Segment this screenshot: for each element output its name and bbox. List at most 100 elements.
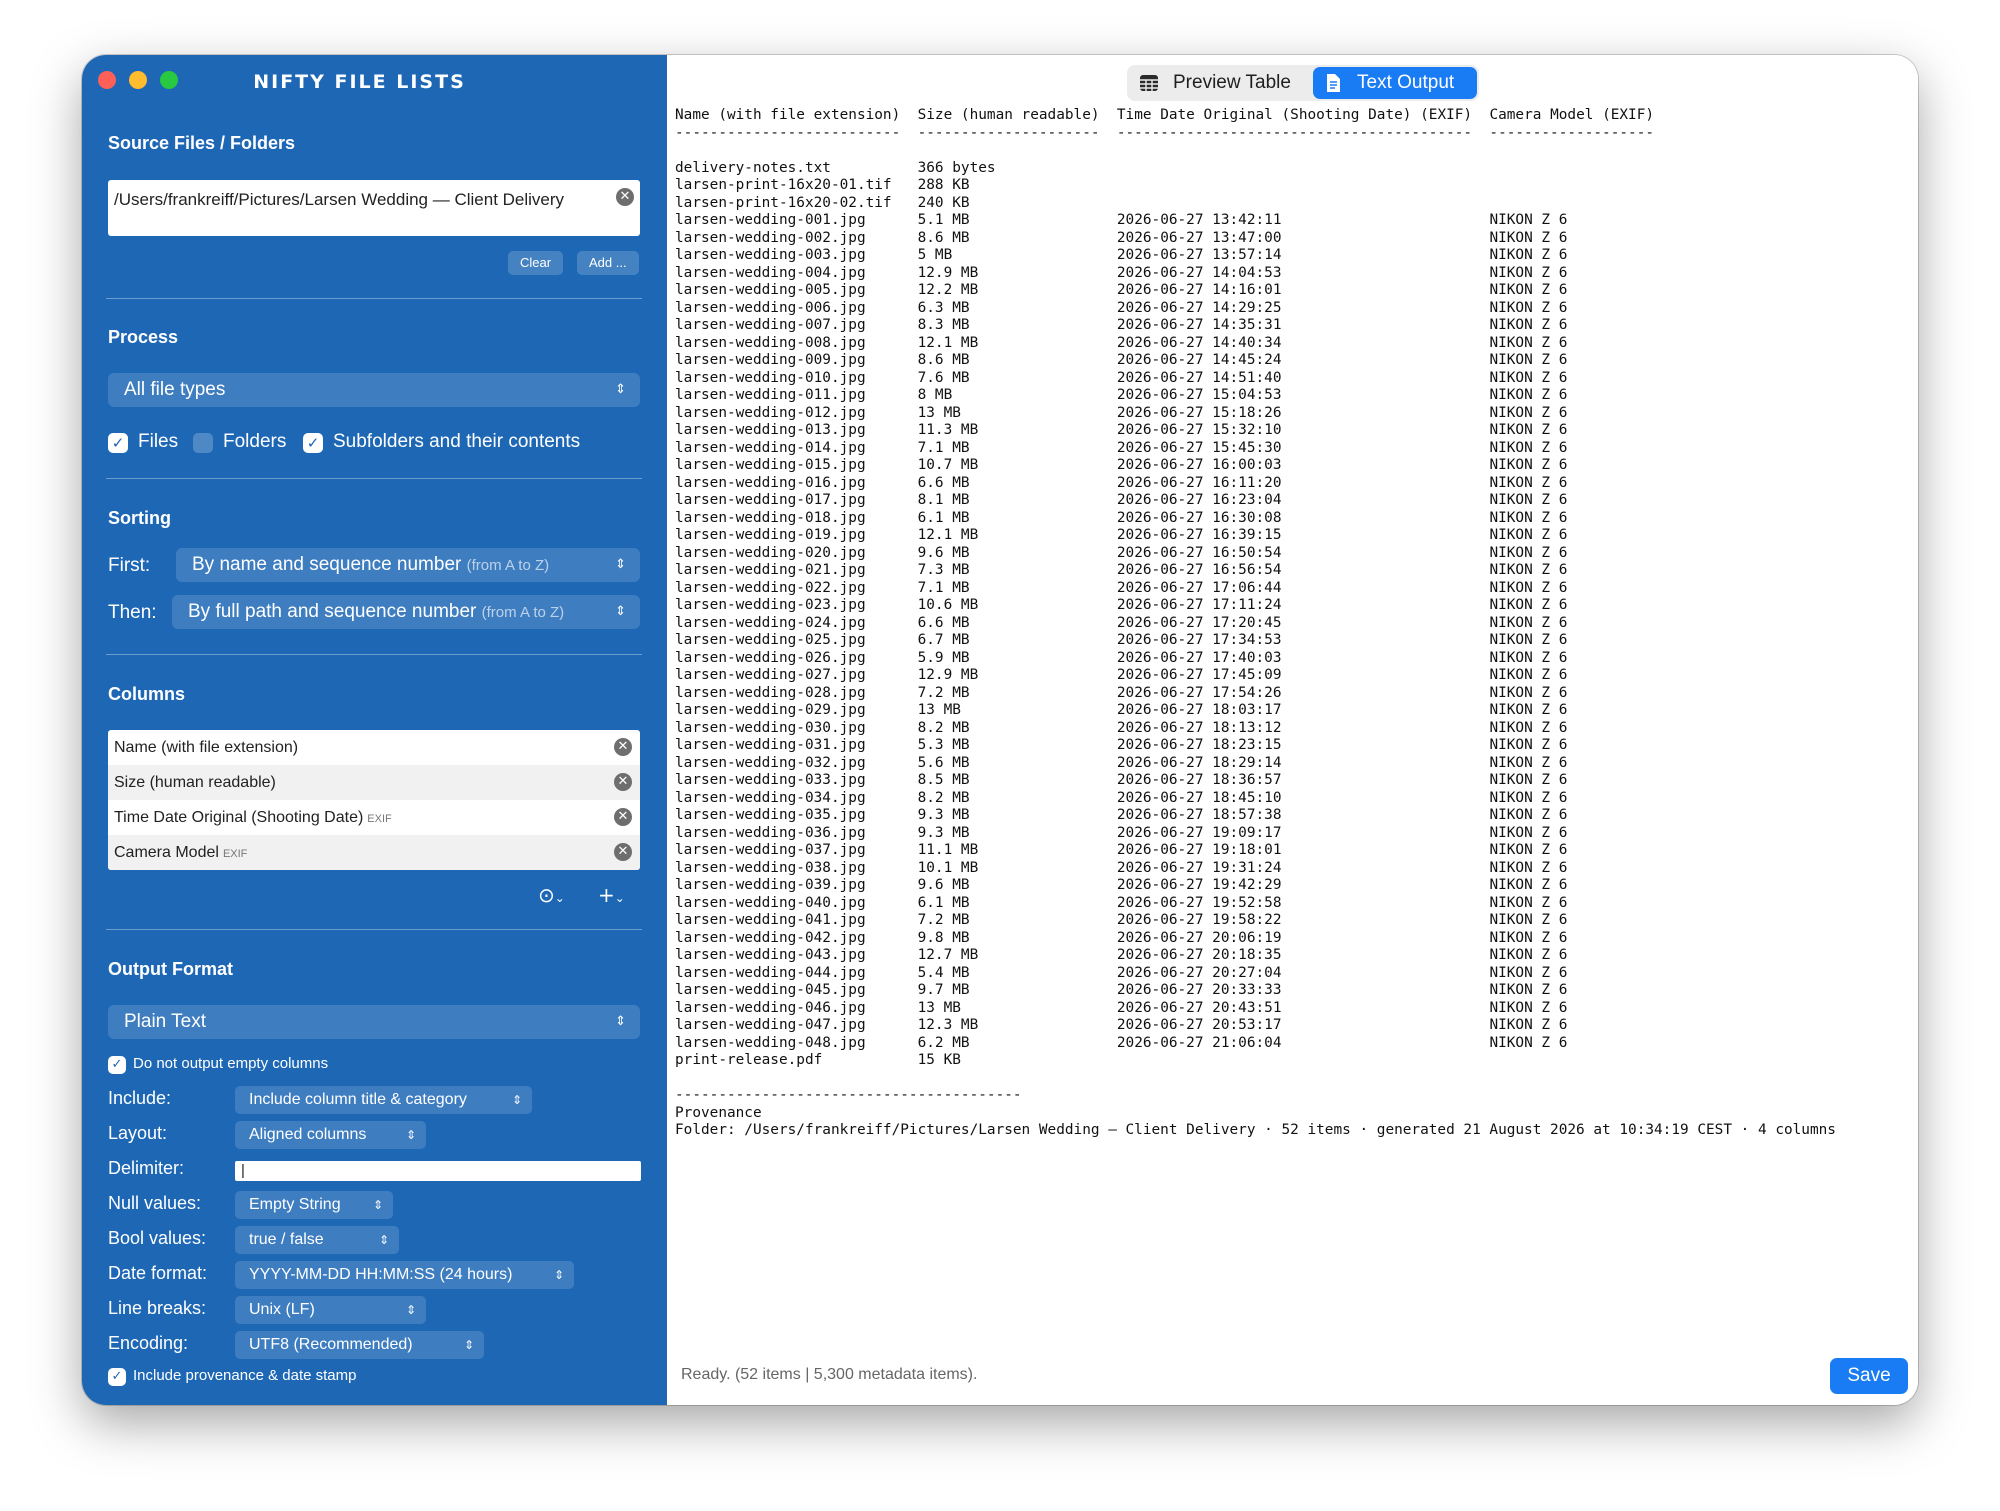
cell-size: 8.6 MB [917,352,1117,368]
cell-date: 2026-06-27 19:58:22 [1116,912,1490,928]
chevron-down-icon: ⌄ [554,891,565,905]
output-row: larsen-wedding-011.jpg 8 MB 2026-06-27 1… [675,387,1836,405]
provenance-label: Include provenance & date stamp [133,1367,357,1384]
output-row: larsen-wedding-020.jpg 9.6 MB 2026-06-27… [675,545,1836,563]
output-row: larsen-print-16x20-01.tif 288 KB [675,177,1836,195]
cell-date: 2026-06-27 16:30:08 [1116,509,1490,526]
cell-name: larsen-wedding-007.jpg [675,317,918,333]
tab-preview-table[interactable]: Preview Table [1129,67,1313,99]
cell-camera: NIKON Z 6 [1489,999,1568,1016]
file-types-select[interactable]: All file types ⇕ [108,373,640,407]
no-empty-columns-checkbox[interactable]: ✓ [108,1056,126,1074]
folders-checkbox[interactable] [193,433,213,453]
cell-camera: NIKON Z 6 [1489,1017,1568,1033]
sort-first-select[interactable]: By name and sequence number (from A to Z… [176,548,640,582]
app-title: NIFTY FILE LISTS [253,71,466,93]
output-format-heading: Output Format [108,959,233,979]
clear-button[interactable]: Clear [508,251,564,275]
subfolders-checkbox[interactable]: ✓ [303,433,323,453]
column-item[interactable]: Time Date Original (Shooting Date) EXIF ✕ [108,800,640,835]
tab-preview-table-label: Preview Table [1173,72,1291,93]
null-values-select[interactable]: Empty String ⇕ [235,1191,393,1219]
cell-date: 2026-06-27 18:36:57 [1116,772,1490,788]
cell-size: 5.6 MB [917,754,1117,771]
cell-camera: NIKON Z 6 [1489,334,1568,351]
cell-camera: NIKON Z 6 [1489,684,1568,701]
column-item[interactable]: Size (human readable) ✕ [108,765,640,800]
cell-camera: NIKON Z 6 [1489,929,1568,946]
cell-size: 13 MB [917,404,1117,421]
output-row: larsen-wedding-047.jpg 12.3 MB 2026-06-2… [675,1017,1836,1035]
include-select[interactable]: Include column title & category ⇕ [235,1086,532,1114]
folders-label: Folders [223,431,287,452]
bool-values-select[interactable]: true / false ⇕ [235,1226,399,1254]
encoding-label: Encoding: [108,1333,189,1353]
output-row: larsen-wedding-031.jpg 5.3 MB 2026-06-27… [675,737,1836,755]
remove-column-icon[interactable]: ✕ [614,738,632,756]
files-checkbox[interactable]: ✓ [108,433,128,453]
cell-name: larsen-wedding-001.jpg [675,212,918,228]
cell-size: 12.9 MB [917,264,1117,281]
cell-size: 13 MB [917,999,1117,1016]
output-row: larsen-wedding-019.jpg 12.1 MB 2026-06-2… [675,527,1836,545]
cell-camera: NIKON Z 6 [1489,859,1568,876]
cell-size: 8.3 MB [917,317,1117,333]
output-row: larsen-wedding-017.jpg 8.1 MB 2026-06-27… [675,492,1836,510]
cell-camera: NIKON Z 6 [1489,754,1568,771]
sort-then-select[interactable]: By full path and sequence number (from A… [172,595,640,629]
cell-camera: NIKON Z 6 [1489,824,1568,841]
encoding-select[interactable]: UTF8 (Recommended) ⇕ [235,1331,484,1359]
tab-text-output-label: Text Output [1357,72,1455,93]
source-heading: Source Files / Folders [108,133,296,153]
delimiter-field[interactable]: | [235,1161,641,1181]
output-row: larsen-wedding-010.jpg 7.6 MB 2026-06-27… [675,370,1836,388]
remove-source-icon[interactable]: ✕ [616,188,634,206]
column-item[interactable]: Camera Model EXIF ✕ [108,835,640,870]
cell-size: 5.3 MB [917,737,1117,753]
layout-select[interactable]: Aligned columns ⇕ [235,1121,426,1149]
output-format-select[interactable]: Plain Text ⇕ [108,1005,640,1039]
output-row: larsen-wedding-001.jpg 5.1 MB 2026-06-27… [675,212,1836,230]
cell-name: print-release.pdf [675,1052,918,1068]
cell-name: delivery-notes.txt [675,159,918,176]
text-output-area[interactable]: Name (with file extension) Size (human r… [675,107,1836,1140]
cell-size: 9.8 MB [917,929,1117,946]
cell-camera: NIKON Z 6 [1489,509,1568,526]
cell-name: larsen-wedding-036.jpg [675,824,918,841]
remove-column-icon[interactable]: ✕ [614,773,632,791]
remove-column-icon[interactable]: ✕ [614,808,632,826]
provenance-checkbox[interactable]: ✓ [108,1368,126,1386]
cell-date: 2026-06-27 20:27:04 [1116,964,1490,981]
cell-camera: NIKON Z 6 [1489,492,1568,508]
updown-chevron-icon: ⇕ [511,1093,522,1107]
date-format-select[interactable]: YYYY-MM-DD HH:MM:SS (24 hours) ⇕ [235,1261,574,1289]
columns-list: Name (with file extension) ✕ Size (human… [108,730,640,870]
output-row: larsen-wedding-039.jpg 9.6 MB 2026-06-27… [675,877,1836,895]
output-row: larsen-wedding-036.jpg 9.3 MB 2026-06-27… [675,825,1836,843]
cell-name: larsen-wedding-047.jpg [675,1017,918,1033]
add-column-menu[interactable]: +⌄ [598,883,625,907]
source-path-field[interactable]: /Users/frankreiff/Pictures/Larsen Weddin… [108,180,640,236]
tab-text-output[interactable]: Text Output [1313,67,1477,99]
cell-date: 2026-06-27 14:40:34 [1116,334,1490,351]
cell-size: 12.7 MB [917,947,1117,963]
remove-column-icon[interactable]: ✕ [614,843,632,861]
cell-name: larsen-wedding-020.jpg [675,544,918,561]
cell-camera: NIKON Z 6 [1489,807,1568,823]
column-label: Camera Model [114,844,219,861]
output-row: larsen-wedding-003.jpg 5 MB 2026-06-27 1… [675,247,1836,265]
more-options-menu[interactable]: ⊙⌄ [538,883,565,907]
cell-size: 12.1 MB [917,334,1117,351]
cell-camera: NIKON Z 6 [1489,317,1568,333]
add-source-button[interactable]: Add ... [577,251,639,275]
cell-name: larsen-wedding-022.jpg [675,579,918,596]
cell-size: 9.7 MB [917,982,1117,998]
updown-chevron-icon: ⇕ [553,1268,564,1282]
output-row: larsen-wedding-012.jpg 13 MB 2026-06-27 … [675,405,1836,423]
column-item[interactable]: Name (with file extension) ✕ [108,730,640,765]
cell-size: 10.6 MB [917,597,1117,613]
save-button[interactable]: Save [1830,1358,1908,1394]
cell-size: 5.9 MB [917,649,1117,666]
line-breaks-select[interactable]: Unix (LF) ⇕ [235,1296,426,1324]
cell-camera: NIKON Z 6 [1489,649,1568,666]
